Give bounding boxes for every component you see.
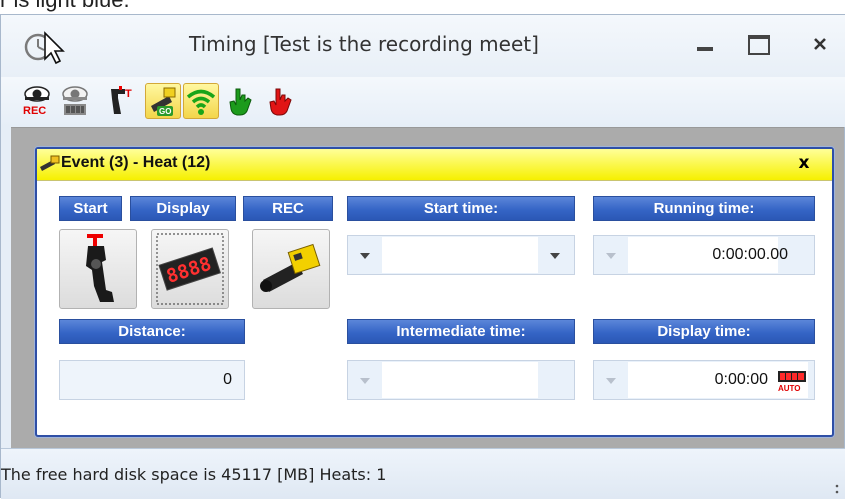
- title-bar[interactable]: Timing [Test is the recording meet]: [1, 15, 845, 77]
- running-time-header: Running time:: [593, 196, 815, 221]
- chevron-down-icon: [606, 253, 616, 259]
- resize-grip-icon[interactable]: [832, 478, 842, 496]
- led-display-icon: 8888: [156, 233, 224, 305]
- chevron-down-icon[interactable]: [550, 253, 560, 259]
- event-close-button[interactable]: x: [793, 153, 815, 173]
- distance-header: Distance:: [59, 319, 245, 344]
- rec-eye-icon[interactable]: REC: [19, 83, 55, 119]
- display-time-header: Display time:: [593, 319, 815, 344]
- status-text: The free hard disk space is 45117 [MB] H…: [1, 465, 387, 484]
- event-title: Event (3) - Heat (12): [61, 154, 211, 171]
- start-header: Start: [59, 196, 122, 221]
- start-gun-button[interactable]: [59, 229, 137, 309]
- svg-text:T: T: [125, 88, 132, 100]
- running-time-field: 0:00:00.00: [593, 235, 815, 275]
- svg-text:REC: REC: [23, 105, 46, 117]
- display-button[interactable]: 8888: [151, 229, 229, 309]
- svg-text:GO: GO: [159, 107, 171, 116]
- event-title-bar[interactable]: Event (3) - Heat (12) x: [37, 149, 832, 181]
- distance-value: 0: [223, 371, 232, 388]
- distance-field[interactable]: 0: [59, 360, 245, 400]
- camera-icon: [39, 154, 61, 174]
- toolbar: REC T GO: [1, 77, 845, 127]
- display-time-value: 0:00:00: [714, 371, 768, 388]
- cropped-caption: r is light blue.: [0, 0, 845, 14]
- wifi-icon[interactable]: [183, 83, 219, 119]
- auto-display-icon[interactable]: AUTO: [776, 370, 808, 393]
- display-header: Display: [130, 196, 236, 221]
- running-time-value: 0:00:00.00: [712, 246, 788, 263]
- display-eye-icon[interactable]: [57, 83, 93, 119]
- rec-camera-button[interactable]: [252, 229, 330, 309]
- green-hand-icon[interactable]: [223, 83, 259, 119]
- minimize-icon[interactable]: [685, 27, 725, 63]
- rec-header: REC: [243, 196, 333, 221]
- auto-label: AUTO: [778, 384, 801, 392]
- chevron-down-icon: [360, 378, 370, 384]
- stopwatch-cursor-icon: [23, 29, 71, 65]
- intermediate-time-header: Intermediate time:: [347, 319, 575, 344]
- camera-icon: [260, 243, 321, 292]
- start-time-dropdown[interactable]: [347, 235, 575, 275]
- camera-go-icon[interactable]: GO: [145, 83, 181, 119]
- status-bar: The free hard disk space is 45117 [MB] H…: [1, 448, 845, 499]
- intermediate-time-field: [347, 360, 575, 400]
- display-time-field: 0:00:00 AUTO: [593, 360, 815, 400]
- window-title: Timing [Test is the recording meet]: [189, 32, 539, 56]
- chevron-down-icon: [606, 378, 616, 384]
- red-hand-icon[interactable]: [263, 83, 299, 119]
- maximize-icon[interactable]: [739, 27, 779, 63]
- start-time-header: Start time:: [347, 196, 575, 221]
- mdi-workspace: Event (3) - Heat (12) x Start Display RE…: [11, 127, 844, 449]
- caption-text: r is light blue.: [0, 0, 130, 13]
- chevron-down-icon: [360, 253, 370, 259]
- start-gun-icon: [86, 234, 114, 302]
- event-heat-panel: Event (3) - Heat (12) x Start Display RE…: [35, 147, 834, 437]
- timing-window: Timing [Test is the recording meet] REC: [0, 14, 845, 499]
- start-gun-icon[interactable]: T: [105, 83, 141, 119]
- close-icon[interactable]: [801, 27, 841, 63]
